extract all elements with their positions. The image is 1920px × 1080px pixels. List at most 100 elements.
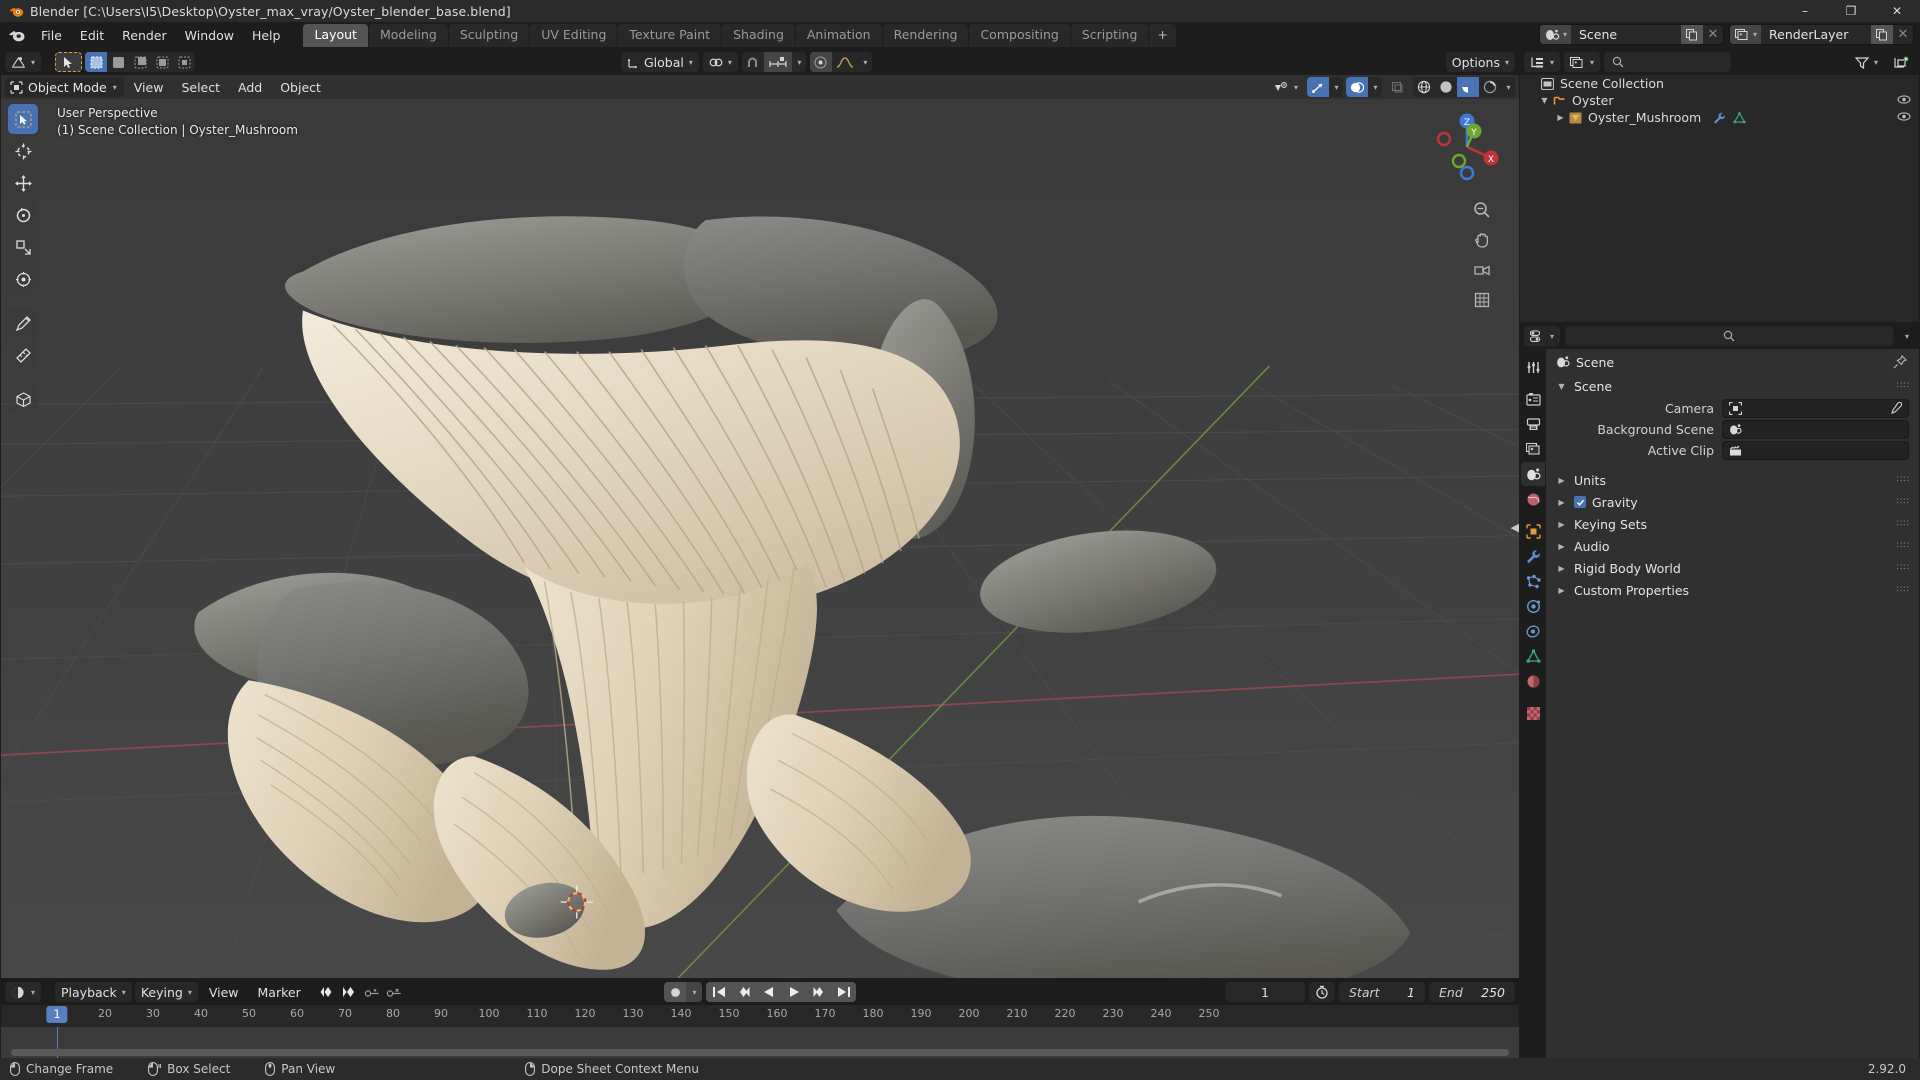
gravity-checkbox[interactable] [1574, 496, 1586, 508]
sidebar-expand-arrow-icon[interactable]: ◀ [1511, 521, 1519, 534]
shading-material-preview-icon[interactable] [1457, 77, 1479, 97]
tab-sculpting[interactable]: Sculpting [448, 23, 530, 47]
snap-magnet-icon[interactable] [742, 52, 764, 72]
shading-wireframe-icon[interactable] [1413, 77, 1435, 97]
tab-object-icon[interactable] [1521, 519, 1545, 543]
tool-scale[interactable] [8, 232, 38, 262]
properties-search-input[interactable] [1565, 326, 1893, 346]
jump-to-end-button[interactable] [831, 982, 856, 1002]
outliner-new-collection-icon[interactable] [1888, 52, 1915, 72]
tool-transform[interactable] [8, 264, 38, 294]
viewport-menu-object[interactable]: Object [272, 78, 329, 97]
jump-to-start-button[interactable] [706, 982, 731, 1002]
eyedropper-icon[interactable] [1889, 401, 1902, 415]
select-intersect-icon[interactable] [173, 52, 195, 72]
proportional-edit-icon[interactable] [809, 52, 832, 72]
gizmo-dropdown-chevron-icon[interactable]: ▾ [1329, 77, 1343, 97]
tab-compositing[interactable]: Compositing [969, 23, 1070, 47]
tab-uv-editing[interactable]: UV Editing [530, 23, 618, 47]
insert-keyframe-icon[interactable] [362, 982, 384, 1002]
play-reverse-button[interactable] [756, 982, 781, 1002]
playhead-frame-badge[interactable]: 1 [46, 1006, 68, 1023]
shading-solid-icon[interactable] [1435, 77, 1457, 97]
play-button[interactable] [781, 982, 806, 1002]
outliner-row-scene-collection[interactable]: Scene Collection [1520, 75, 1919, 92]
viewlayer-selector[interactable]: ▾ RenderLayer ✕ [1728, 24, 1914, 45]
panel-header-gravity[interactable]: ▶ Gravity ∷∷ [1546, 491, 1919, 513]
auto-keying-dropdown-chevron-icon[interactable]: ▾ [686, 982, 702, 1002]
overlay-dropdown-chevron-icon[interactable]: ▾ [1368, 77, 1382, 97]
viewport-menu-select[interactable]: Select [173, 78, 228, 97]
panel-header-units[interactable]: ▶ Units ∷∷ [1546, 469, 1919, 491]
tab-data-icon[interactable] [1521, 644, 1545, 668]
outliner-display-mode-dropdown[interactable]: ▾ [1564, 52, 1601, 72]
jump-prev-keyframe-icon[interactable] [318, 982, 340, 1002]
shading-rendered-icon[interactable] [1479, 77, 1501, 97]
tab-rendering[interactable]: Rendering [882, 23, 969, 47]
tab-physics-icon[interactable] [1521, 594, 1545, 618]
pan-hand-icon[interactable] [1471, 229, 1493, 251]
menu-render[interactable]: Render [113, 25, 176, 46]
pin-icon[interactable] [1893, 355, 1907, 369]
viewlayer-new-icon[interactable] [1871, 25, 1893, 44]
scene-new-icon[interactable] [1680, 25, 1703, 44]
expand-triangle-icon[interactable]: ▶ [1554, 113, 1567, 122]
panel-header-custom-properties[interactable]: ▶ Custom Properties ∷∷ [1546, 579, 1919, 601]
tool-move[interactable] [8, 168, 38, 198]
viewlayer-unlink-icon[interactable]: ✕ [1893, 25, 1913, 44]
snap-target-icon[interactable] [763, 52, 792, 72]
editor-type-3dview-icon[interactable]: ▾ [5, 52, 42, 72]
zoom-icon[interactable] [1471, 199, 1493, 221]
modifier-wrench-icon[interactable] [1713, 112, 1726, 124]
interaction-mode-dropdown[interactable]: Object Mode ▾ [5, 77, 124, 97]
snap-dropdown-chevron-icon[interactable]: ▾ [792, 52, 806, 72]
visibility-eye-icon[interactable] [1897, 110, 1911, 123]
jump-next-keyframe-icon[interactable] [340, 982, 362, 1002]
outliner-tree[interactable]: Scene Collection ▼ Oyster ▶ Oyster_Mushr… [1520, 75, 1919, 322]
tool-rotate[interactable] [8, 200, 38, 230]
tool-select-box[interactable] [8, 104, 38, 134]
outliner-filter-icon[interactable]: ▾ [1849, 52, 1884, 72]
properties-options-chevron-icon[interactable]: ▾ [1898, 326, 1915, 346]
close-button[interactable]: ✕ [1874, 0, 1920, 22]
tab-layout[interactable]: Layout [303, 23, 368, 47]
oyster-mushroom-model[interactable] [1, 99, 1519, 978]
end-frame-field[interactable]: End 250 [1429, 982, 1515, 1002]
timeline-menu-playback[interactable]: Playback ▾ [55, 982, 132, 1002]
select-set-icon[interactable] [85, 52, 108, 72]
timeline-ruler[interactable]: 10 20 30 40 50 60 70 80 90 100 110 120 1… [1, 1005, 1519, 1027]
editor-type-properties-icon[interactable]: ▾ [1524, 326, 1561, 346]
timeline-menu-view[interactable]: View [201, 983, 247, 1002]
tab-viewlayer-icon[interactable] [1521, 437, 1545, 461]
tab-output-icon[interactable] [1521, 412, 1545, 436]
tab-particles-icon[interactable] [1521, 569, 1545, 593]
select-subtract-icon[interactable] [129, 52, 151, 72]
start-frame-field[interactable]: Start 1 [1339, 982, 1425, 1002]
blender-menu-icon[interactable] [6, 25, 28, 45]
outliner-row-oyster[interactable]: ▼ Oyster [1520, 92, 1919, 109]
camera-view-icon[interactable] [1471, 259, 1493, 281]
tool-measure[interactable] [8, 340, 38, 370]
pivot-point-dropdown[interactable]: ▾ [702, 52, 738, 72]
transform-orientation-dropdown[interactable]: Global ▾ [621, 52, 699, 72]
outliner-search-input[interactable] [1604, 52, 1731, 72]
jump-prev-keyframe-button[interactable] [731, 982, 756, 1002]
viewlayer-name[interactable]: RenderLayer [1761, 25, 1871, 44]
tab-material-icon[interactable] [1521, 669, 1545, 693]
scene-unlink-icon[interactable]: ✕ [1703, 25, 1723, 44]
scene-browse-icon[interactable]: ▾ [1539, 25, 1571, 44]
falloff-curve-icon[interactable] [832, 52, 858, 72]
maximize-button[interactable]: ❐ [1828, 0, 1874, 22]
active-tool-cursor-icon[interactable] [55, 52, 83, 72]
tab-texture-icon[interactable] [1521, 701, 1545, 725]
background-scene-field[interactable] [1722, 419, 1909, 439]
mesh-data-icon[interactable] [1733, 111, 1746, 124]
tab-tool-icon[interactable] [1521, 355, 1545, 379]
use-preview-range-icon[interactable] [1309, 982, 1335, 1002]
viewport-menu-view[interactable]: View [126, 78, 172, 97]
camera-field[interactable] [1722, 398, 1909, 418]
menu-help[interactable]: Help [243, 25, 290, 46]
tab-modeling[interactable]: Modeling [368, 23, 448, 47]
show-overlays-icon[interactable] [1346, 77, 1368, 97]
shading-dropdown-chevron-icon[interactable]: ▾ [1501, 77, 1515, 97]
